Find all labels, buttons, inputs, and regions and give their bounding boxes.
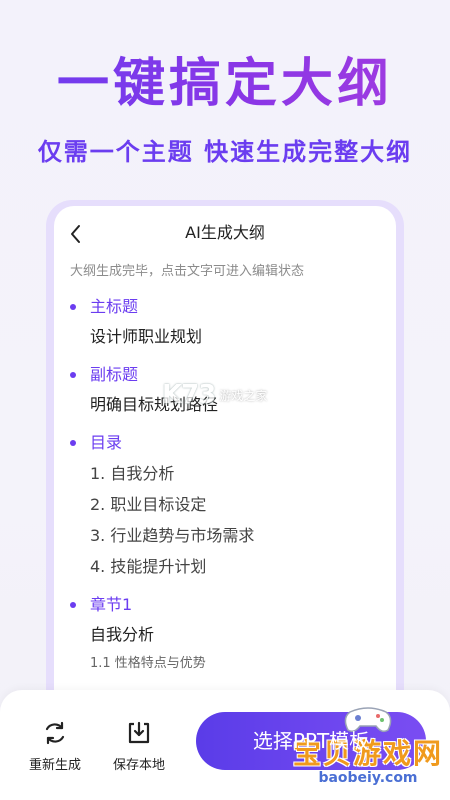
section-label: 目录 — [90, 433, 123, 452]
phone-screen: AI生成大纲 大纲生成完毕，点击文字可进入编辑状态 主标题 设计师职业规划 副标… — [54, 206, 396, 726]
bullet-dot-icon — [70, 440, 76, 446]
download-icon — [128, 721, 150, 744]
watermark-logo-text: K73 — [162, 380, 216, 410]
save-local-button[interactable]: 保存本地 — [104, 720, 174, 773]
section-label: 主标题 — [90, 297, 139, 316]
hero-title: 一键搞定大纲 — [0, 52, 450, 116]
toc-item[interactable]: 2. 职业目标设定 — [90, 494, 396, 516]
bullet-dot-icon — [70, 372, 76, 378]
watermark-text: 游戏之家 — [219, 388, 268, 403]
outline-section-chapter1[interactable]: 章节1 自我分析 1.1 性格特点与优势 — [54, 594, 396, 674]
nav-bar: AI生成大纲 — [54, 206, 396, 262]
regenerate-button[interactable]: 重新生成 — [20, 720, 90, 773]
toc-item[interactable]: 4. 技能提升计划 — [90, 556, 396, 578]
subsection-item[interactable]: 1.1 性格特点与优势 — [90, 654, 396, 674]
outline-section-toc[interactable]: 目录 1. 自我分析 2. 职业目标设定 3. 行业趋势与市场需求 4. 技能提… — [54, 432, 396, 578]
refresh-icon — [45, 721, 65, 745]
toc-item[interactable]: 1. 自我分析 — [90, 463, 396, 485]
outline-section-main-title[interactable]: 主标题 设计师职业规划 — [54, 296, 396, 348]
section-value[interactable]: 自我分析 — [90, 624, 396, 646]
save-local-label: 保存本地 — [112, 758, 165, 773]
edit-hint: 大纲生成完毕，点击文字可进入编辑状态 — [70, 264, 305, 279]
bullet-dot-icon — [70, 602, 76, 608]
section-value[interactable]: 设计师职业规划 — [90, 326, 396, 348]
regenerate-label: 重新生成 — [28, 758, 81, 773]
toc-item[interactable]: 3. 行业趋势与市场需求 — [90, 525, 396, 547]
page-title: AI生成大纲 — [185, 223, 265, 242]
corner-watermark-url: baobeiy.com — [318, 770, 418, 786]
choose-ppt-template-label: 选择PPT模板 — [252, 729, 370, 753]
bullet-dot-icon — [70, 304, 76, 310]
watermark-logo: K73 游戏之家 — [162, 380, 267, 410]
section-label: 章节1 — [90, 595, 133, 614]
hero-subtitle: 仅需一个主题 快速生成完整大纲 — [37, 138, 413, 166]
